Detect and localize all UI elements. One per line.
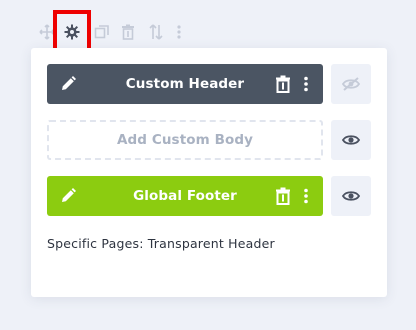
sort-icon[interactable] — [145, 20, 167, 44]
trash-icon[interactable] — [117, 20, 139, 44]
footer-layout-bar[interactable]: Global Footer — [47, 176, 323, 216]
pencil-icon[interactable] — [59, 75, 77, 93]
footer-layout-row: Global Footer — [47, 176, 371, 216]
eye-icon — [342, 191, 360, 201]
body-layout-label: Add Custom Body — [116, 132, 254, 148]
more-vertical-icon[interactable] — [300, 75, 312, 93]
header-visibility-toggle[interactable] — [331, 64, 371, 104]
header-layout-bar[interactable]: Custom Header — [47, 64, 323, 104]
highlight-box — [53, 10, 91, 52]
more-vertical-icon[interactable] — [300, 187, 312, 205]
add-body-layout-bar[interactable]: Add Custom Body — [47, 120, 323, 160]
trash-icon[interactable] — [275, 187, 291, 205]
body-layout-row: Add Custom Body — [47, 120, 371, 160]
duplicate-icon[interactable] — [91, 20, 113, 44]
eye-off-icon — [342, 77, 360, 91]
trash-icon[interactable] — [275, 75, 291, 93]
footer-visibility-toggle[interactable] — [331, 176, 371, 216]
pencil-icon[interactable] — [59, 187, 77, 205]
body-visibility-toggle[interactable] — [331, 120, 371, 160]
template-assignment-text: Specific Pages: Transparent Header — [47, 236, 275, 251]
header-layout-row: Custom Header — [47, 64, 371, 104]
eye-icon — [342, 135, 360, 145]
more-vertical-icon[interactable] — [168, 20, 190, 44]
